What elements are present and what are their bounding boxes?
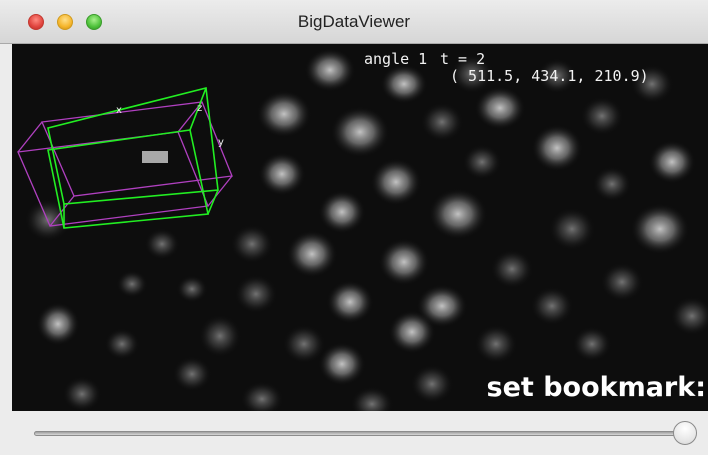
box-axis-y-label: y (218, 137, 224, 148)
image-viewer-canvas[interactable]: x z y angle 1 t = 2 ( 511.5, 434.1, 210.… (12, 44, 708, 411)
box-axis-x-label: x (116, 105, 122, 116)
microscopy-image: x z y (12, 44, 708, 411)
source-name-label: angle 1 (364, 50, 428, 68)
timepoint-slider-thumb[interactable] (673, 421, 697, 445)
title-bar[interactable]: BigDataViewer (0, 0, 708, 44)
mouse-coordinates: ( 511.5, 434.1, 210.9) (450, 67, 649, 85)
box-axis-z-label: z (197, 103, 202, 114)
app-window: BigDataViewer x z y angle 1 t = 2 (511.… (0, 0, 708, 455)
timepoint-label: t = 2 (440, 50, 486, 68)
timepoint-slider-track[interactable] (34, 431, 696, 436)
slice-indicator (142, 151, 168, 163)
bookmark-prompt: set bookmark: (486, 372, 707, 403)
timepoint-panel (12, 411, 708, 455)
window-title: BigDataViewer (297, 12, 411, 31)
